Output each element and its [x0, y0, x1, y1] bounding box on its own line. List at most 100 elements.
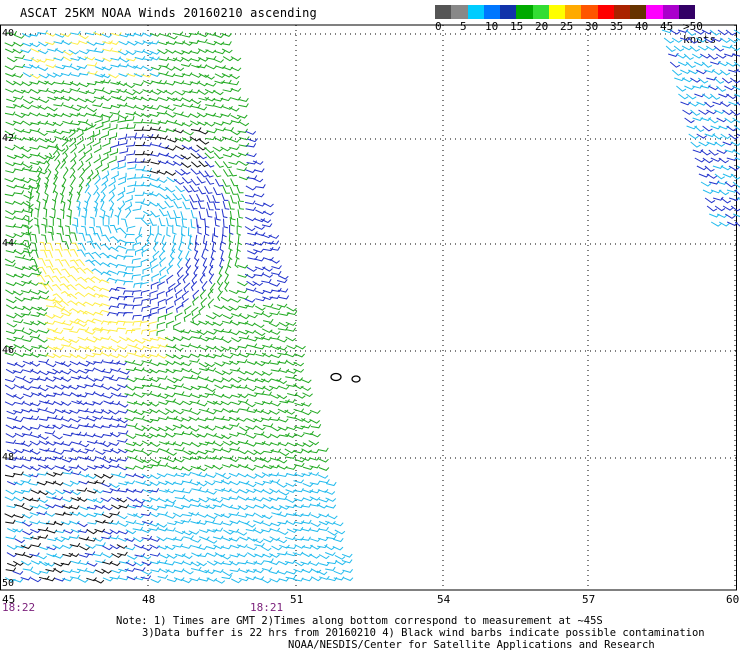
wind-barb: [181, 114, 191, 117]
wind-barb: [159, 209, 167, 216]
wind-barb: [245, 466, 255, 470]
wind-barb: [6, 81, 16, 85]
wind-barb: [37, 161, 47, 164]
wind-barb: [13, 162, 23, 165]
wind-barb: [13, 456, 23, 459]
wind-barb: [165, 313, 172, 320]
wind-barb: [263, 319, 273, 322]
wind-barb: [270, 403, 280, 406]
wind-barb: [247, 267, 257, 271]
wind-barb: [279, 578, 289, 581]
wind-barb: [61, 269, 70, 275]
wind-barb: [102, 123, 110, 130]
wind-map[interactable]: [0, 0, 740, 650]
wind-barb: [246, 131, 256, 134]
wind-barb: [79, 327, 89, 330]
wind-barb: [93, 312, 103, 315]
wind-barb: [231, 338, 241, 342]
wind-barb: [245, 227, 255, 231]
wind-barb: [192, 307, 198, 316]
wind-barb: [246, 483, 256, 487]
wind-barb: [165, 394, 175, 397]
wind-barb: [157, 474, 167, 477]
wind-barb: [31, 272, 41, 275]
wind-barb: [38, 131, 48, 135]
wind-barb: [124, 297, 134, 301]
wind-barb: [191, 128, 201, 131]
wind-barb: [190, 147, 200, 152]
wind-barb: [22, 426, 32, 430]
wind-barb: [46, 267, 54, 274]
wind-barb: [238, 399, 248, 402]
wind-barb: [182, 194, 190, 201]
wind-barb: [87, 170, 93, 179]
wind-barb: [52, 199, 55, 209]
wind-barb: [191, 99, 201, 103]
wind-barb: [159, 362, 169, 365]
wind-barb: [103, 147, 110, 154]
wind-barb: [132, 291, 141, 296]
wind-barb: [5, 89, 15, 92]
wind-barb: [150, 538, 160, 541]
wind-barb: [325, 552, 335, 555]
wind-barb: [141, 512, 151, 515]
wind-barb: [89, 227, 95, 235]
wind-barb: [159, 411, 169, 415]
wind-barb: [31, 234, 36, 243]
wind-barb: [126, 142, 135, 147]
wind-barb: [278, 419, 288, 422]
wind-barb: [38, 283, 47, 290]
wind-barb: [31, 291, 41, 294]
wind-barb: [79, 546, 89, 550]
wind-barb: [214, 35, 224, 38]
wind-barb: [197, 403, 207, 406]
wind-barb: [183, 202, 191, 209]
wind-barb: [71, 107, 81, 110]
wind-barb: [223, 315, 233, 318]
wind-barb: [62, 578, 72, 581]
wind-barb: [93, 351, 103, 354]
wind-barb: [181, 344, 191, 347]
lon-tick-48: 48: [142, 593, 155, 606]
wind-barb: [7, 416, 17, 419]
wind-barb: [38, 499, 48, 503]
wind-barb: [115, 280, 125, 283]
wind-barb: [5, 216, 15, 219]
wind-barb: [173, 225, 177, 234]
wind-barb: [104, 226, 111, 234]
wind-barb: [94, 579, 104, 583]
wind-barb: [279, 386, 289, 389]
wind-barb: [207, 130, 217, 133]
wind-barb: [46, 65, 56, 68]
wind-barb: [230, 75, 240, 79]
wind-barb: [77, 250, 85, 257]
wind-barb: [109, 156, 116, 163]
wind-barb: [96, 542, 106, 546]
wind-barb: [54, 191, 57, 201]
wind-barb: [190, 195, 198, 202]
wind-barb: [158, 315, 166, 322]
wind-barb: [254, 226, 264, 229]
wind-barb: [157, 322, 165, 328]
wind-barb: [277, 339, 287, 342]
wind-barb: [15, 184, 25, 187]
wind-barb: [45, 578, 55, 581]
wind-barb: [149, 330, 157, 336]
wind-barb: [126, 520, 136, 523]
wind-barb: [191, 219, 196, 228]
wind-barb: [255, 306, 265, 310]
wind-barb: [286, 483, 296, 486]
wind-barb: [327, 560, 337, 564]
wind-barb: [31, 370, 41, 374]
wind-barb: [342, 560, 352, 563]
wind-barb: [46, 410, 56, 413]
wind-barb: [35, 208, 39, 218]
wind-barb: [181, 504, 191, 507]
wind-barb: [239, 354, 249, 357]
wind-barb: [731, 142, 740, 145]
wind-barb: [69, 506, 79, 509]
wind-barb: [246, 426, 256, 429]
wind-barb: [271, 266, 281, 269]
wind-barb: [43, 208, 47, 218]
wind-barb: [245, 304, 255, 307]
